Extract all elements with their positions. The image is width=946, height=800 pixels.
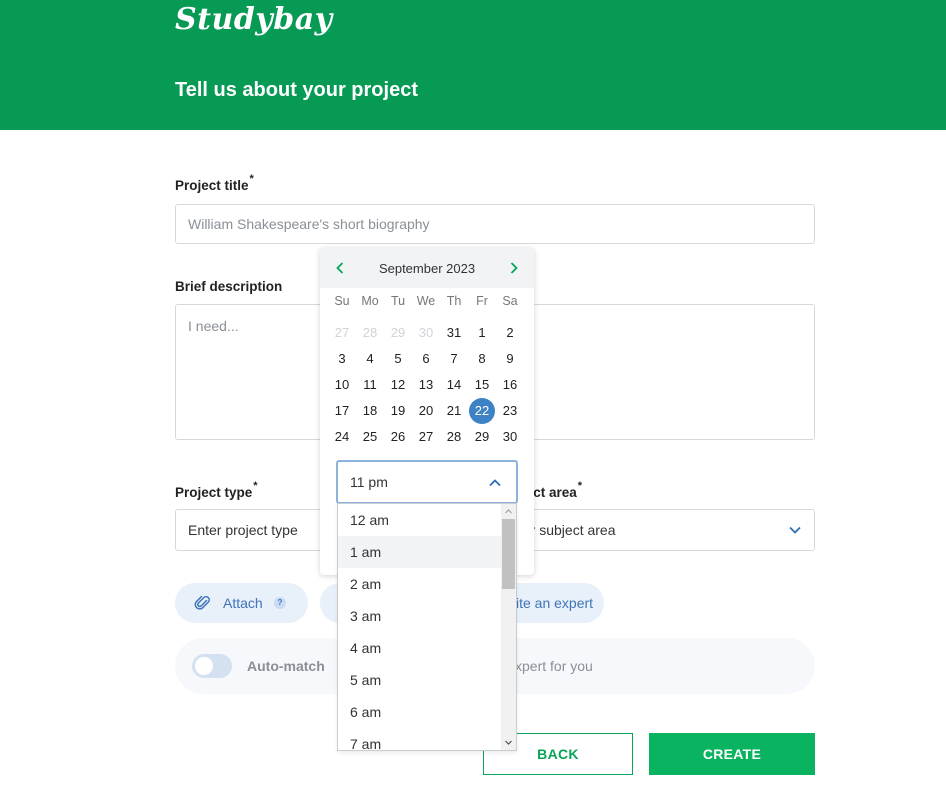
scroll-up-arrow-icon[interactable] xyxy=(504,507,513,516)
calendar-day[interactable]: 16 xyxy=(496,372,524,398)
invite-expert-label: ite an expert xyxy=(516,595,594,611)
calendar-day[interactable]: 15 xyxy=(468,372,496,398)
calendar-day[interactable]: 29 xyxy=(468,424,496,450)
calendar-day[interactable]: 30 xyxy=(412,320,440,346)
calendar-day[interactable]: 11 xyxy=(356,372,384,398)
project-title-placeholder: William Shakespeare's short biography xyxy=(188,216,430,232)
weekday-label: Mo xyxy=(361,294,379,308)
calendar-day[interactable]: 18 xyxy=(356,398,384,424)
chevron-down-icon xyxy=(789,526,801,534)
attach-label: Attach xyxy=(223,595,263,611)
calendar-day[interactable]: 7 xyxy=(440,346,468,372)
page-title: Tell us about your project xyxy=(175,79,418,101)
calendar-day[interactable]: 13 xyxy=(412,372,440,398)
header-banner: Studybay Tell us about your project xyxy=(0,0,946,130)
required-mark: * xyxy=(577,480,583,492)
chevron-right-icon[interactable] xyxy=(506,260,522,276)
calendar-day[interactable]: 10 xyxy=(328,372,356,398)
weekday-label: Su xyxy=(334,294,350,308)
scroll-down-arrow-icon[interactable] xyxy=(504,738,513,747)
datepicker-days-grid: 27 28 29 30 31 1 2 3 4 5 6 7 8 9 10 11 12 13 14 15 16 17 18 19 2… xyxy=(328,320,524,450)
time-option[interactable]: 1 am xyxy=(338,536,502,568)
calendar-day[interactable]: 30 xyxy=(496,424,524,450)
subject-area-select[interactable]: ter subject area xyxy=(505,509,815,551)
calendar-day[interactable]: 21 xyxy=(440,398,468,424)
calendar-day-selected[interactable]: 22 xyxy=(468,398,496,424)
time-option[interactable]: 2 am xyxy=(338,568,502,600)
calendar-day[interactable]: 28 xyxy=(440,424,468,450)
time-option[interactable]: 3 am xyxy=(338,600,502,632)
attach-button[interactable]: Attach ? xyxy=(175,583,308,623)
calendar-day[interactable]: 27 xyxy=(412,424,440,450)
create-button[interactable]: CREATE xyxy=(649,733,815,775)
calendar-day[interactable]: 24 xyxy=(328,424,356,450)
required-mark: * xyxy=(253,480,258,492)
calendar-day[interactable]: 1 xyxy=(468,320,496,346)
calendar-day[interactable]: 25 xyxy=(356,424,384,450)
datepicker-month: September 2023 xyxy=(378,261,476,276)
calendar-day[interactable]: 14 xyxy=(440,372,468,398)
project-title-label-text: Project title xyxy=(175,178,249,193)
studybay-logo[interactable]: Studybay xyxy=(175,2,333,37)
time-select[interactable]: 11 pm xyxy=(336,460,518,504)
weekday-label: Th xyxy=(446,294,462,308)
calendar-day[interactable]: 26 xyxy=(384,424,412,450)
weekday-label: Tu xyxy=(390,294,406,308)
toggle-knob xyxy=(195,657,213,675)
weekday-label: We xyxy=(416,294,436,308)
time-option[interactable]: 7 am xyxy=(338,728,502,750)
calendar-day[interactable]: 8 xyxy=(468,346,496,372)
project-type-input[interactable]: Enter project type xyxy=(175,509,335,551)
calendar-day[interactable]: 20 xyxy=(412,398,440,424)
calendar-day[interactable]: 17 xyxy=(328,398,356,424)
calendar-day[interactable]: 6 xyxy=(412,346,440,372)
datepicker-weekdays: Su Mo Tu We Th Fr Sa xyxy=(328,294,524,308)
calendar-day[interactable]: 31 xyxy=(440,320,468,346)
calendar-day[interactable]: 23 xyxy=(496,398,524,424)
time-select-value: 11 pm xyxy=(350,474,388,490)
time-option[interactable]: 12 am xyxy=(338,504,502,536)
required-mark: * xyxy=(249,173,254,185)
automatch-label: Auto-match xyxy=(247,658,325,674)
calendar-day[interactable]: 28 xyxy=(356,320,384,346)
time-option[interactable]: 5 am xyxy=(338,664,502,696)
datepicker-header: September 2023 xyxy=(320,248,534,288)
time-option[interactable]: 4 am xyxy=(338,632,502,664)
calendar-day[interactable]: 19 xyxy=(384,398,412,424)
calendar-day[interactable]: 12 xyxy=(384,372,412,398)
scroll-thumb[interactable] xyxy=(502,519,515,589)
calendar-day[interactable]: 29 xyxy=(384,320,412,346)
calendar-day[interactable]: 5 xyxy=(384,346,412,372)
weekday-label: Sa xyxy=(502,294,518,308)
help-icon[interactable]: ? xyxy=(274,597,286,609)
project-type-placeholder: Enter project type xyxy=(188,522,298,538)
brief-description-placeholder: I need... xyxy=(188,318,239,334)
brief-description-label: Brief description xyxy=(175,279,283,294)
calendar-day[interactable]: 4 xyxy=(356,346,384,372)
calendar-day[interactable]: 3 xyxy=(328,346,356,372)
automatch-description: xpert for you xyxy=(515,658,593,674)
scrollbar[interactable] xyxy=(501,504,516,750)
chevron-up-icon xyxy=(489,479,501,487)
weekday-label: Fr xyxy=(476,294,488,308)
calendar-day[interactable]: 9 xyxy=(496,346,524,372)
paperclip-icon xyxy=(194,595,210,610)
project-title-label: Project title* xyxy=(175,173,254,193)
time-options-list: 7 am 6 am 5 am 4 am 3 am 2 am 1 am 12 am xyxy=(337,503,517,751)
calendar-day[interactable]: 2 xyxy=(496,320,524,346)
automatch-toggle[interactable] xyxy=(192,654,232,678)
time-option[interactable]: 6 am xyxy=(338,696,502,728)
project-type-label: Project type* xyxy=(175,480,258,500)
project-type-label-text: Project type xyxy=(175,485,253,500)
project-title-input[interactable]: William Shakespeare's short biography xyxy=(175,204,815,244)
calendar-day[interactable]: 27 xyxy=(328,320,356,346)
